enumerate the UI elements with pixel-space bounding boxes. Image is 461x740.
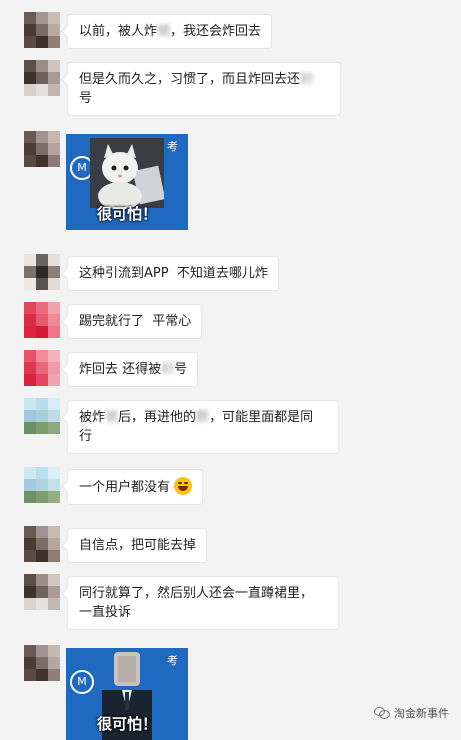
message-bubble[interactable]: 炸回去 还得被封号 <box>67 352 199 387</box>
message-text: 自信点，把可能去掉 <box>79 538 197 553</box>
message-text: 号 <box>174 362 188 377</box>
sticker-label: 考 <box>167 654 178 667</box>
blurred-text: 群 <box>196 410 210 425</box>
message-bubble[interactable]: 但是久而久之，习惯了，而且炸回去还封 号 <box>67 62 341 116</box>
message-text: 同行就算了，然后别人还会一直蹲裙里， 一直投诉 <box>79 586 314 620</box>
message-text: 这种引流到APP 不知道去哪儿炸 <box>79 266 268 281</box>
wechat-icon <box>374 707 390 719</box>
message-text: 一个用户都没有 <box>79 480 171 495</box>
blurred-text: 封 <box>300 72 314 87</box>
message-bubble[interactable]: 自信点，把可能去掉 <box>67 528 208 563</box>
message-text: 但是久而久之，习惯了，而且炸回去还 <box>79 72 301 87</box>
message-text: 以前，被人炸 <box>79 24 158 39</box>
avatar[interactable] <box>24 645 60 681</box>
watermark: 淘金新事件 <box>374 705 449 721</box>
sticker-caption: 很可怕！ <box>96 205 157 223</box>
message-bubble[interactable]: 这种引流到APP 不知道去哪儿炸 <box>67 256 279 291</box>
sticker-label: 考 <box>167 140 178 153</box>
message-bubble[interactable]: 一个用户都没有 <box>67 469 204 505</box>
sticker-caption: 很可怕！ <box>96 715 157 733</box>
watermark-text: 淘金新事件 <box>394 707 449 720</box>
avatar[interactable] <box>24 60 60 96</box>
message-text: ，我还会炸回去 <box>170 24 262 39</box>
avatar[interactable] <box>24 467 60 503</box>
cat-photo-icon <box>90 138 164 208</box>
avatar[interactable] <box>24 398 60 434</box>
avatar[interactable] <box>24 574 60 610</box>
avatar[interactable] <box>24 350 60 386</box>
message-text: 炸回去 还得被 <box>79 362 162 377</box>
sticker-image[interactable]: M 考 很可怕！ <box>66 648 188 740</box>
avatar[interactable] <box>24 12 60 48</box>
laughing-emoji-icon <box>174 477 193 495</box>
message-text: 踢完就行了 平常心 <box>79 314 192 329</box>
avatar[interactable] <box>24 131 60 167</box>
avatar[interactable] <box>24 302 60 338</box>
message-bubble[interactable]: 踢完就行了 平常心 <box>67 304 203 339</box>
blurred-text: 號 <box>157 24 171 39</box>
avatar[interactable] <box>24 254 60 290</box>
sticker-image[interactable]: M 考 很可怕！ <box>66 134 188 230</box>
blurred-text: 號 <box>105 410 119 425</box>
message-bubble[interactable]: 同行就算了，然后别人还会一直蹲裙里， 一直投诉 <box>67 576 339 630</box>
avatar[interactable] <box>24 526 60 562</box>
message-bubble[interactable]: 被炸號后，再进他的群，可能里面都是同 行 <box>67 400 339 454</box>
message-bubble[interactable]: 以前，被人炸號，我还会炸回去 <box>67 14 273 49</box>
blurred-text: 封 <box>161 362 175 377</box>
message-text: 号 <box>79 91 93 106</box>
logo-icon: M <box>70 670 94 694</box>
message-text: 后，再进他的 <box>118 410 197 425</box>
message-text: 被炸 <box>79 410 106 425</box>
